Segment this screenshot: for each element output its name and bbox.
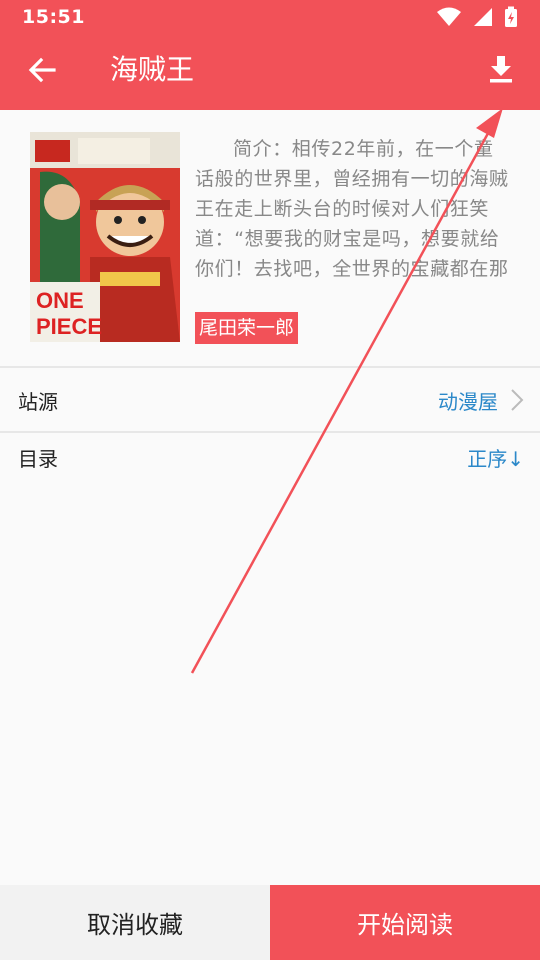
source-value: 动漫屋	[438, 389, 498, 414]
status-time: 15:51	[22, 6, 85, 28]
comic-detail: ONE PIECE 简介：相传22年前，在一个童话般的世界里，曾经拥有一切的海贼…	[0, 110, 540, 366]
status-bar: 15:51	[0, 0, 540, 34]
source-row[interactable]: 站源 动漫屋	[0, 369, 540, 431]
status-icons	[436, 6, 518, 28]
catalog-row: 目录 正序↓	[0, 426, 540, 488]
download-icon[interactable]	[484, 52, 518, 86]
source-value-group[interactable]: 动漫屋	[438, 386, 524, 415]
app-bar: 海贼王	[0, 34, 540, 110]
cancel-favorite-button[interactable]: 取消收藏	[0, 885, 270, 960]
source-label: 站源	[18, 389, 58, 414]
svg-text:ONE: ONE	[36, 288, 84, 313]
start-reading-button[interactable]: 开始阅读	[270, 885, 540, 960]
catalog-label: 目录	[18, 446, 58, 471]
author-badge[interactable]: 尾田荣一郎	[195, 312, 299, 344]
bottom-action-bar: 取消收藏 开始阅读	[0, 885, 540, 960]
catalog-sort-toggle[interactable]: 正序↓	[467, 443, 524, 472]
page-title: 海贼王	[110, 53, 195, 86]
signal-icon	[474, 8, 492, 26]
comic-cover-image[interactable]: ONE PIECE	[30, 132, 180, 342]
wifi-icon	[437, 7, 461, 26]
svg-text:PIECE: PIECE	[36, 314, 102, 339]
divider	[0, 366, 540, 368]
battery-charging-icon	[505, 6, 517, 27]
chevron-right-icon	[511, 389, 524, 411]
arrow-left-icon[interactable]	[26, 54, 58, 86]
comic-intro: 简介：相传22年前，在一个童话般的世界里，曾经拥有一切的海贼王在走上断头台的时候…	[195, 138, 509, 280]
